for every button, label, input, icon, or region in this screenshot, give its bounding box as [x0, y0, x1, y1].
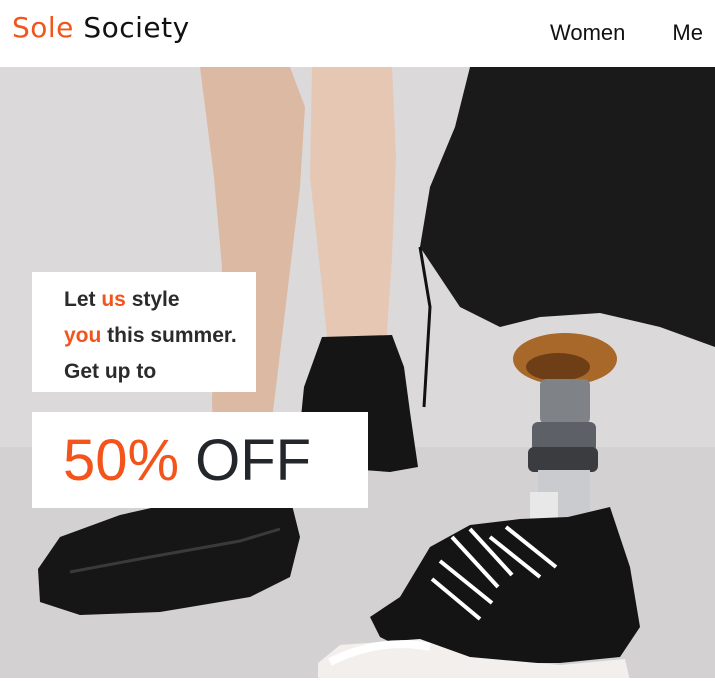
promo-line-3: Get up to	[64, 360, 157, 383]
promo-text: style	[125, 288, 180, 311]
promo-accent-text: you	[64, 324, 102, 347]
page: Sole Society Women Me Let us style you t…	[0, 0, 715, 681]
hero-banner: Let us style you this summer. Get up to …	[0, 67, 715, 681]
brand-name-first: Sole	[12, 11, 74, 44]
site-header: Sole Society Women Me	[0, 0, 715, 66]
discount-off-label: OFF	[195, 427, 312, 493]
discount-card: 50% OFF	[32, 412, 368, 508]
promo-accent-text: us	[101, 288, 126, 311]
promo-text: this summer.	[101, 324, 237, 347]
promo-text-card: Let us style you this summer. Get up to	[32, 272, 256, 392]
discount-percent: 50%	[63, 427, 180, 493]
promo-text: Let	[64, 288, 102, 311]
nav-item-women[interactable]: Women	[550, 20, 625, 46]
promo-line-1: Let us style	[64, 282, 256, 318]
nav-item-men[interactable]: Me	[672, 20, 703, 46]
main-nav: Women Me	[550, 0, 703, 66]
brand-name-second: Society	[83, 11, 190, 44]
promo-line-2: you this summer.	[64, 318, 256, 354]
brand-logo[interactable]: Sole Society	[12, 11, 190, 44]
